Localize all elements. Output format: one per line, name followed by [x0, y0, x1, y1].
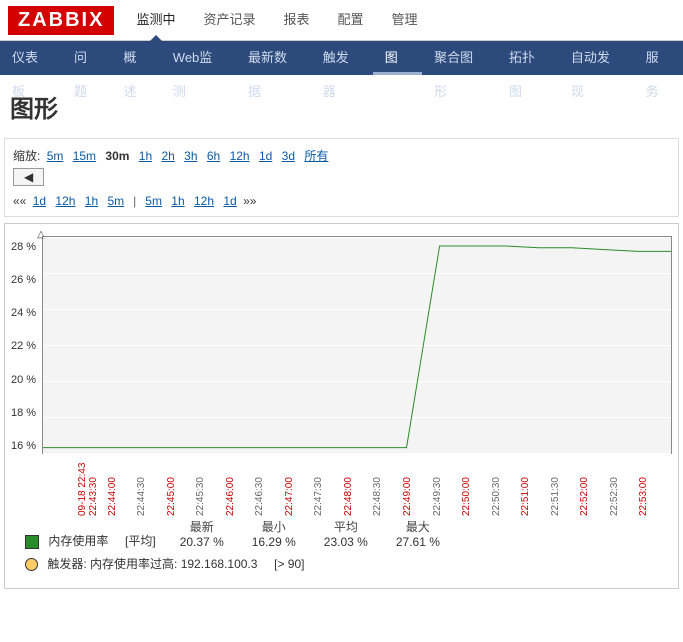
subnav-item[interactable]: 概述 — [111, 41, 160, 75]
topnav-item[interactable]: 配置 — [324, 0, 378, 40]
subnav-item[interactable]: Web监测 — [161, 41, 236, 75]
topnav-item[interactable]: 报表 — [269, 0, 323, 40]
subnav-item[interactable]: 图形 — [373, 41, 422, 75]
zoom-option[interactable]: 6h — [207, 149, 220, 163]
topnav-item[interactable]: 监测中 — [122, 0, 189, 40]
trigger-cond: [> 90] — [274, 557, 304, 571]
nav-step[interactable]: 1h — [171, 194, 184, 208]
nav-sep: | — [133, 194, 136, 208]
subnav-item[interactable]: 最新数据 — [236, 41, 311, 75]
subnav-item[interactable]: 问题 — [62, 41, 111, 75]
nav-step[interactable]: 1h — [85, 194, 98, 208]
nav-suffix: »» — [243, 194, 256, 208]
legend-swatch — [25, 535, 39, 549]
legend-agg: [平均] — [125, 534, 156, 548]
plot-area: △ — [42, 236, 672, 454]
zoom-option[interactable]: 1h — [139, 149, 152, 163]
topbar: ZABBIX 监测中资产记录报表配置管理 — [0, 0, 683, 41]
zoom-option[interactable]: 12h — [230, 149, 250, 163]
subnav-item[interactable]: 聚合图形 — [422, 41, 497, 75]
nav-step[interactable]: 5m — [145, 194, 162, 208]
nav-step[interactable]: 12h — [55, 194, 75, 208]
y-tick: 16 % — [11, 441, 36, 452]
nav-prefix: «« — [13, 194, 26, 208]
stat: 最新20.37 % — [180, 518, 224, 549]
y-tick: 22 % — [11, 341, 36, 352]
trigger-label: 触发器: — [47, 557, 86, 571]
trigger-icon — [25, 558, 38, 571]
stat: 最小16.29 % — [252, 518, 296, 549]
logo: ZABBIX — [8, 6, 114, 35]
subnav-item[interactable]: 服务 — [634, 41, 683, 75]
topnav-item[interactable]: 资产记录 — [189, 0, 269, 40]
zoom-option[interactable]: 5m — [47, 149, 64, 163]
y-tick: 18 % — [11, 408, 36, 419]
legend-stats: 最新20.37 % 最小16.29 % 平均23.03 % 最大27.61 % — [180, 518, 440, 549]
y-tick: 26 % — [11, 275, 36, 286]
zoom-option[interactable]: 所有 — [304, 149, 328, 163]
y-tick: 20 % — [11, 375, 36, 386]
stat: 平均23.03 % — [324, 518, 368, 549]
subnav-item[interactable]: 触发器 — [311, 41, 373, 75]
topnav: 监测中资产记录报表配置管理 — [122, 0, 431, 40]
subnav-item[interactable]: 拓扑图 — [497, 41, 559, 75]
zoom-option[interactable]: 2h — [161, 149, 174, 163]
trigger-text: 内存使用率过高: 192.168.100.3 — [90, 557, 257, 571]
zoom-option[interactable]: 1d — [259, 149, 272, 163]
nav-step[interactable]: 5m — [107, 194, 124, 208]
zoom-option[interactable]: 3d — [282, 149, 295, 163]
time-controls: 缩放: 5m 15m 30m 1h 2h 3h 6h 12h 1d 3d 所有 … — [4, 138, 679, 217]
zoom-option[interactable]: 15m — [73, 149, 96, 163]
stat: 最大27.61 % — [396, 518, 440, 549]
chart-card: 28 %26 %24 %22 %20 %18 %16 % △ 09-18 22:… — [4, 223, 679, 589]
legend-series: 内存使用率 [平均] — [25, 532, 156, 549]
zoom-option[interactable]: 30m — [105, 149, 129, 163]
nav-step[interactable]: 1d — [223, 194, 236, 208]
prev-button[interactable]: ◀ — [13, 168, 44, 186]
y-axis-labels: 28 % 26 % 24 % 22 % 20 % 18 % 16 % — [11, 236, 36, 452]
y-tick: 28 % — [11, 242, 36, 253]
y-tick: 24 % — [11, 308, 36, 319]
legend: 内存使用率 [平均] 最新20.37 % 最小16.29 % 平均23.03 % 最大… — [11, 518, 672, 549]
subnav-item[interactable]: 仪表板 — [0, 41, 62, 75]
nav-step[interactable]: 12h — [194, 194, 214, 208]
plot-wrap: 28 % 26 % 24 % 22 % 20 % 18 % 16 % △ — [11, 236, 672, 454]
nav-row: «« 1d 12h 1h 5m | 5m 1h 12h 1d »» — [13, 194, 670, 208]
trigger-row: 触发器: 内存使用率过高: 192.168.100.3 [> 90] — [11, 549, 672, 578]
nav-step[interactable]: 1d — [33, 194, 46, 208]
zoom-row: 缩放: 5m 15m 30m 1h 2h 3h 6h 12h 1d 3d 所有 — [13, 147, 670, 164]
legend-name: 内存使用率 — [48, 534, 108, 548]
topnav-item[interactable]: 管理 — [378, 0, 432, 40]
subnav: 仪表板问题概述Web监测最新数据触发器图形聚合图形拓扑图自动发现服务 — [0, 41, 683, 75]
zoom-option[interactable]: 3h — [184, 149, 197, 163]
subnav-item[interactable]: 自动发现 — [559, 41, 634, 75]
zoom-label: 缩放: — [13, 149, 40, 163]
